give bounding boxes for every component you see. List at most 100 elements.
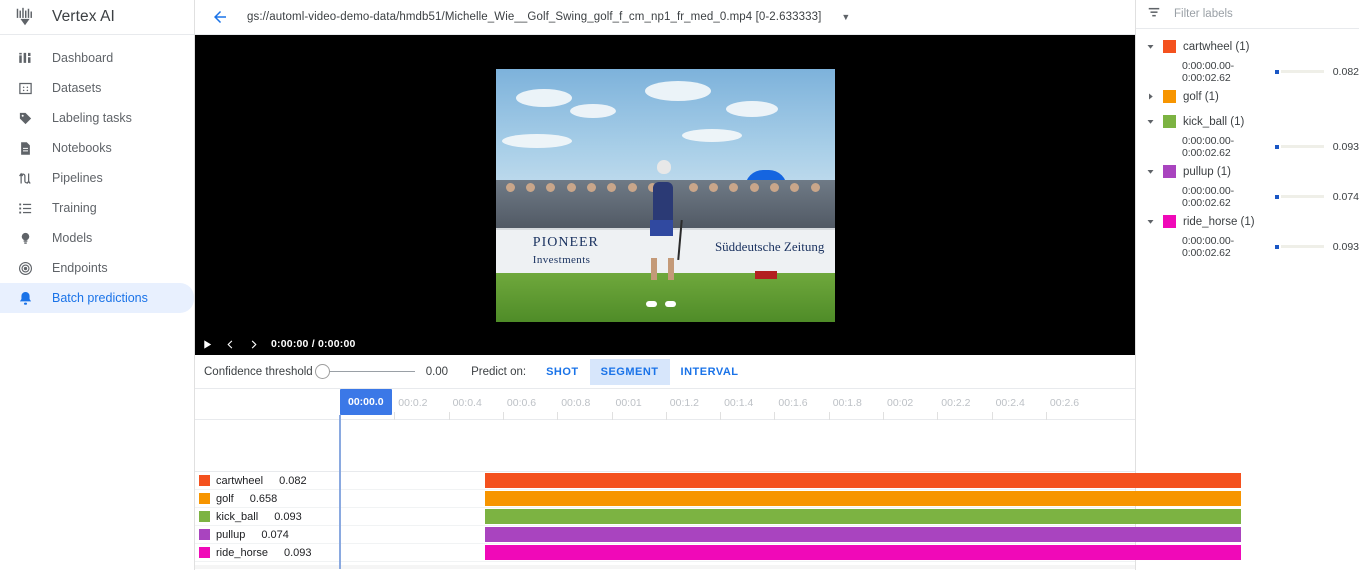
banner-text-investments: Investments (532, 253, 591, 266)
sidebar-item-batch-predictions[interactable]: Batch predictions (0, 283, 194, 313)
timeline-row-label: kick_ball 0.093 (195, 508, 340, 525)
chevron-down-icon[interactable] (1145, 41, 1156, 52)
predict-mode-interval[interactable]: INTERVAL (670, 359, 750, 385)
slider-thumb[interactable] (314, 364, 330, 379)
label-segment-row[interactable]: 0:00:00.00-0:00:02.62 0.082 (1136, 59, 1359, 84)
sidebar-item-pipelines[interactable]: Pipelines (0, 163, 194, 193)
timeline-tick-mark (1045, 412, 1047, 420)
timeline-segment-bar[interactable] (485, 473, 1241, 488)
timeline-segment-bar[interactable] (485, 509, 1241, 524)
notebook-icon (14, 138, 36, 158)
sidebar-item-labeling-tasks[interactable]: Labeling tasks (0, 103, 194, 133)
chevron-down-icon[interactable] (1145, 166, 1156, 177)
timeline-row[interactable]: cartwheel 0.082 (195, 472, 1241, 490)
timeline-track[interactable] (340, 490, 1241, 507)
back-arrow-icon[interactable] (209, 6, 231, 28)
brand-title: Vertex AI (52, 8, 115, 25)
pipelines-icon (14, 168, 36, 188)
filter-labels-bar[interactable]: Filter labels (1136, 0, 1359, 29)
timeline-row[interactable]: golf 0.658 (195, 490, 1241, 508)
cloud-shape (644, 81, 711, 102)
previous-frame-icon[interactable] (223, 337, 237, 351)
label-color-swatch (1163, 115, 1176, 128)
sidebar: Vertex AI Dashboard Datasets Labeling ta… (0, 0, 195, 570)
confidence-track (1281, 195, 1324, 198)
chevron-right-icon[interactable] (1145, 91, 1156, 102)
timeline-segment-bar[interactable] (485, 491, 1241, 506)
label-group-row[interactable]: pullup (1) (1136, 159, 1359, 184)
sidebar-item-label: Labeling tasks (52, 111, 132, 125)
timeline-row[interactable]: ride_horse 0.093 (195, 544, 1241, 562)
sidebar-item-notebooks[interactable]: Notebooks (0, 133, 194, 163)
playhead-line[interactable] (339, 415, 341, 569)
sidebar-item-training[interactable]: Training (0, 193, 194, 223)
timeline-tick-label: 00:0.4 (452, 397, 482, 409)
timeline-ruler[interactable]: 00:00.0 00:0.2 00:0.4 00:0.6 00:0.8 00:01 00:1… (195, 389, 1135, 420)
label-group-row[interactable]: cartwheel (1) (1136, 34, 1359, 59)
predict-on-label: Predict on: (471, 365, 527, 378)
timeline-tick-label: 00:01 (615, 397, 642, 409)
chevron-down-icon[interactable] (1145, 216, 1156, 227)
label-segment-row[interactable]: 0:00:00.00-0:00:02.62 0.074 (1136, 184, 1359, 209)
sidebar-item-label: Datasets (52, 81, 102, 95)
timeline-tick-label: 00:1.2 (669, 397, 699, 409)
timeline-segment-bar[interactable] (485, 545, 1241, 560)
segment-confidence-bar (1275, 194, 1324, 200)
sidebar-item-datasets[interactable]: Datasets (0, 73, 194, 103)
chevron-down-icon[interactable]: ▼ (841, 12, 850, 22)
timeline-tick-label: 00:0.2 (398, 397, 428, 409)
confidence-threshold-slider[interactable] (314, 364, 415, 380)
timeline-scrollbar[interactable] (195, 565, 1135, 569)
timeline-tick-label: 00:2.2 (941, 397, 971, 409)
timeline-row-name: golf (216, 492, 234, 505)
sidebar-item-models[interactable]: Models (0, 223, 194, 253)
vertex-ai-batch-prediction-page: Vertex AI Dashboard Datasets Labeling ta… (0, 0, 1359, 570)
label-segment-row[interactable]: 0:00:00.00-0:00:02.62 0.093 (1136, 234, 1359, 259)
tee-marker-shape (754, 270, 777, 279)
label-group-row[interactable]: golf (1) (1136, 84, 1359, 109)
video-path-breadcrumb: gs://automl-video-demo-data/hmdb51/Miche… (247, 11, 822, 23)
timeline-row-label: pullup 0.074 (195, 526, 340, 543)
sidebar-item-dashboard[interactable]: Dashboard (0, 43, 194, 73)
playhead-badge[interactable]: 00:00.0 (340, 389, 392, 415)
filter-labels-input[interactable]: Filter labels (1174, 8, 1233, 20)
label-color-swatch (1163, 90, 1176, 103)
timeline-tick-label: 00:02 (887, 397, 914, 409)
segment-confidence-score: 0.082 (1332, 65, 1359, 78)
brand-header: Vertex AI (0, 0, 194, 35)
label-segment-row[interactable]: 0:00:00.00-0:00:02.62 0.093 (1136, 134, 1359, 159)
label-group-row[interactable]: kick_ball (1) (1136, 109, 1359, 134)
label-group-row[interactable]: ride_horse (1) (1136, 209, 1359, 234)
next-frame-icon[interactable] (246, 337, 260, 351)
timeline-track[interactable] (340, 544, 1241, 561)
timeline-segment-bar[interactable] (485, 527, 1241, 542)
timeline-tick-mark (394, 412, 396, 420)
confidence-marker (1275, 69, 1280, 74)
filter-icon[interactable] (1147, 5, 1161, 24)
timeline-tick-label: 00:0.6 (506, 397, 537, 409)
timeline-row[interactable]: pullup 0.074 (195, 526, 1241, 544)
timeline-tick-mark (611, 412, 613, 420)
timeline-row[interactable]: kick_ball 0.093 (195, 508, 1241, 526)
timeline-tick-mark (448, 412, 450, 420)
predict-mode-segment[interactable]: SEGMENT (589, 358, 670, 385)
label-color-swatch (199, 511, 210, 522)
timeline-track[interactable] (340, 508, 1241, 525)
label-color-swatch (1163, 165, 1176, 178)
video-frame[interactable]: PIONEER Investments Süddeutsche Zeitung (495, 68, 835, 322)
timeline-track[interactable] (340, 526, 1241, 543)
confidence-track (1281, 245, 1324, 248)
chevron-down-icon[interactable] (1145, 116, 1156, 127)
timeline-tick-mark (557, 412, 559, 420)
timeline-row-score: 0.074 (261, 528, 289, 541)
confidence-threshold-label: Confidence threshold (204, 365, 313, 378)
timeline-tick-label: 00:1.4 (724, 397, 754, 409)
predict-mode-shot[interactable]: SHOT (535, 359, 590, 385)
timeline-tick-label: 00:1.6 (778, 397, 808, 409)
video-player-stage[interactable]: PIONEER Investments Süddeutsche Zeitung (195, 35, 1135, 355)
timeline-track[interactable] (340, 472, 1241, 489)
timeline-row-name: pullup (216, 528, 246, 541)
play-icon[interactable] (200, 337, 214, 351)
golfer-leg-shape (668, 258, 675, 281)
sidebar-item-endpoints[interactable]: Endpoints (0, 253, 194, 283)
